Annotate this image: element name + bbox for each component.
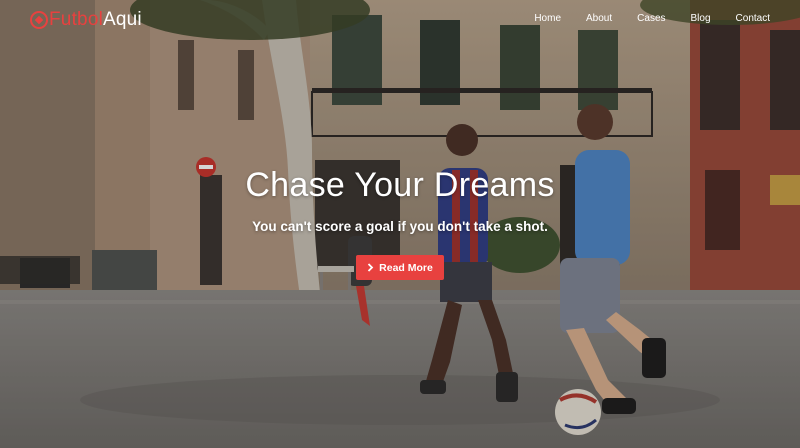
brand-name-part1: Futbol — [49, 9, 104, 30]
read-more-label: Read More — [379, 261, 433, 274]
hero-title: Chase Your Dreams — [245, 166, 555, 204]
brand-logo[interactable]: Futbol Aqui — [30, 9, 142, 31]
soccer-ball-icon — [30, 11, 48, 29]
read-more-button[interactable]: Read More — [356, 255, 444, 280]
brand-name-part2: Aqui — [103, 9, 142, 30]
nav-link-cases[interactable]: Cases — [637, 13, 665, 24]
top-navbar: Futbol Aqui Home About Cases Blog Contac… — [0, 0, 800, 40]
nav-link-home[interactable]: Home — [534, 13, 561, 24]
nav-link-blog[interactable]: Blog — [691, 13, 711, 24]
hero-subtitle: You can't score a goal if you don't take… — [252, 219, 548, 234]
nav-link-about[interactable]: About — [586, 13, 612, 24]
nav-link-contact[interactable]: Contact — [736, 13, 770, 24]
main-menu: Home About Cases Blog Contact — [509, 13, 770, 24]
chevron-right-icon — [368, 263, 374, 272]
